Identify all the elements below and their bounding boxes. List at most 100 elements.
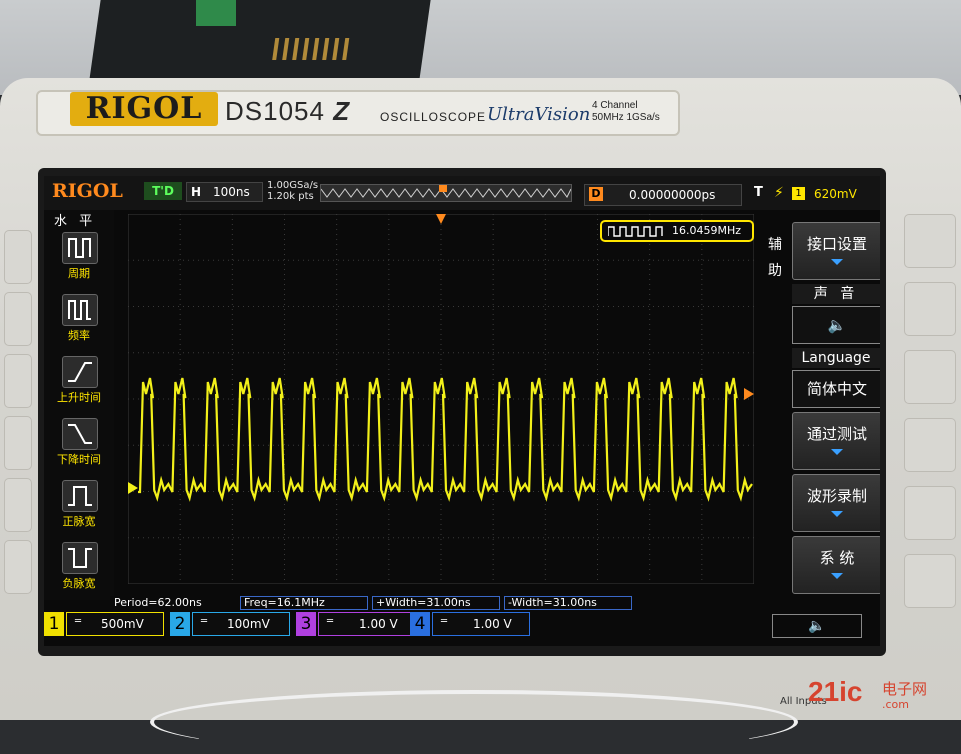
sound-toggle[interactable]: 🔈 (792, 306, 880, 344)
speaker-status[interactable]: 🔈 (772, 614, 862, 638)
hardware-button[interactable] (904, 554, 956, 608)
channel-bar: 1 ═ 500mV 2 ═ 100mV 3 ═ 1.00 V 4 ═ 1.00 (44, 610, 880, 640)
type-label: OSCILLOSCOPE (380, 110, 487, 124)
hardware-button[interactable] (4, 478, 32, 532)
timebase-value: 100ns (213, 185, 250, 199)
screen-brand: RIGOL (52, 180, 123, 202)
system-button[interactable]: 系 统 (792, 536, 880, 594)
channel-2-number: 2 (170, 612, 190, 636)
speaker-icon: 🔈 (827, 316, 847, 334)
fall-time-label: 下降时间 (57, 453, 101, 466)
channel-2-box: ═ 100mV (192, 612, 290, 636)
pass-fail-button[interactable]: 通过测试 (792, 412, 880, 470)
channel-4-box: ═ 1.00 V (432, 612, 530, 636)
negative-width-button[interactable]: 负脉宽 (44, 542, 114, 598)
channel-1-number: 1 (44, 612, 64, 636)
channel-3-status[interactable]: 3 ═ 1.00 V (296, 612, 420, 636)
watermark-cn: 电子网 (882, 680, 928, 698)
header-pin (292, 38, 300, 60)
positive-width-icon (62, 480, 98, 512)
header-pin (282, 38, 290, 60)
utility-menu: 辅助 接口设置 声 音 🔈 Language 简体中文 通过测试 波形录制 系 … (768, 212, 880, 612)
channel-2-status[interactable]: 2 ═ 100mV (170, 612, 294, 636)
channel-4-status[interactable]: 4 ═ 1.00 V (410, 612, 534, 636)
channel-1-box: ═ 500mV (66, 612, 164, 636)
trigger-level-marker[interactable] (744, 388, 754, 400)
frequency-counter-value: 16.0459MHz (672, 224, 742, 237)
hardware-button[interactable] (4, 230, 32, 284)
channel-3-number: 3 (296, 612, 316, 636)
screen: RIGOL T'D H 100ns 1.00GSa/s 1.20k pts D … (44, 176, 880, 646)
pass-fail-label: 通过测试 (806, 425, 867, 443)
header-pin (322, 38, 330, 60)
trigger-level: 620mV (814, 187, 857, 201)
waveform-record-button[interactable]: 波形录制 (792, 474, 880, 532)
hardware-button[interactable] (904, 214, 956, 268)
measurement-positive-width: +Width=31.00ns (372, 596, 500, 610)
circuit-board (89, 0, 431, 80)
delay-value: 0.00000000ps (629, 188, 716, 202)
delay-prefix: D (589, 187, 603, 201)
dc-coupling-icon: ═ (327, 616, 334, 627)
rise-time-icon (62, 356, 98, 388)
dc-coupling-icon: ═ (201, 616, 208, 627)
hardware-button[interactable] (904, 486, 956, 540)
channel-3-box: ═ 1.00 V (318, 612, 416, 636)
hardware-button[interactable] (4, 540, 32, 594)
chevron-down-icon (831, 449, 843, 455)
language-select[interactable]: 简体中文 (792, 370, 880, 408)
header-pin (332, 38, 340, 60)
frequency-button[interactable]: 频率 (44, 294, 114, 350)
measurement-negative-width: -Width=31.00ns (504, 596, 632, 610)
status-bar: RIGOL T'D H 100ns 1.00GSa/s 1.20k pts D … (44, 176, 880, 210)
channel-1-offset-marker[interactable] (128, 482, 138, 494)
utility-side-label: 辅助 (768, 237, 782, 279)
header-pin (302, 38, 310, 60)
memory-depth: 1.20k pts (267, 191, 314, 202)
measurement-period: Period=62.00ns (110, 596, 236, 610)
chevron-down-icon (831, 259, 843, 265)
watermark-logo: 21ic (808, 676, 863, 707)
rigol-logo: RIGOL (70, 92, 218, 126)
negative-width-label: 负脉宽 (62, 577, 96, 590)
interface-settings-button[interactable]: 接口设置 (792, 222, 880, 280)
waveform-record-label: 波形录制 (806, 487, 867, 505)
channel-2-scale: 100mV (227, 617, 270, 631)
fall-time-button[interactable]: 下降时间 (44, 418, 114, 474)
hardware-button[interactable] (904, 350, 956, 404)
hardware-button[interactable] (4, 292, 32, 346)
channel-1-status[interactable]: 1 ═ 500mV (44, 612, 168, 636)
hardware-button[interactable] (904, 282, 956, 336)
frequency-counter: 16.0459MHz (600, 220, 754, 242)
hardware-button[interactable] (904, 418, 956, 472)
horizontal-menu-title: 水 平 (54, 214, 97, 229)
rise-time-label: 上升时间 (57, 391, 101, 404)
hardware-button[interactable] (4, 354, 32, 408)
positive-width-button[interactable]: 正脉宽 (44, 480, 114, 536)
measurement-bar: Period=62.00ns Freq=16.1MHz +Width=31.00… (110, 596, 650, 610)
positive-width-label: 正脉宽 (62, 515, 96, 528)
channel-1-scale: 500mV (101, 617, 144, 631)
waveform-grid (128, 214, 754, 584)
header-pin (312, 38, 320, 60)
timebase-box[interactable]: H 100ns (186, 182, 263, 202)
series-label: UltraVision (487, 104, 591, 125)
probe-cable (150, 690, 798, 754)
speaker-icon: 🔈 (808, 618, 826, 634)
trigger-position-marker[interactable] (436, 214, 446, 224)
rising-edge-icon: ⚡ (774, 185, 784, 201)
hardware-button[interactable] (4, 416, 32, 470)
channel-3-scale: 1.00 V (359, 617, 398, 631)
system-label: 系 统 (819, 549, 855, 567)
delay-box[interactable]: D 0.00000000ps (584, 184, 742, 206)
period-icon (62, 232, 98, 264)
watermark-domain: .com (882, 698, 909, 711)
trigger-box[interactable]: T ⚡ 1 620mV (752, 184, 872, 204)
horizontal-menu: 水 平 周期 频率 上升时间 下降时间 正脉宽 负脉宽 (44, 210, 114, 600)
model-suffix: Z (333, 96, 351, 126)
channel-4-scale: 1.00 V (473, 617, 512, 631)
rise-time-button[interactable]: 上升时间 (44, 356, 114, 412)
run-state-badge: T'D (144, 182, 182, 200)
period-button[interactable]: 周期 (44, 232, 114, 288)
frequency-label: 频率 (68, 329, 90, 342)
